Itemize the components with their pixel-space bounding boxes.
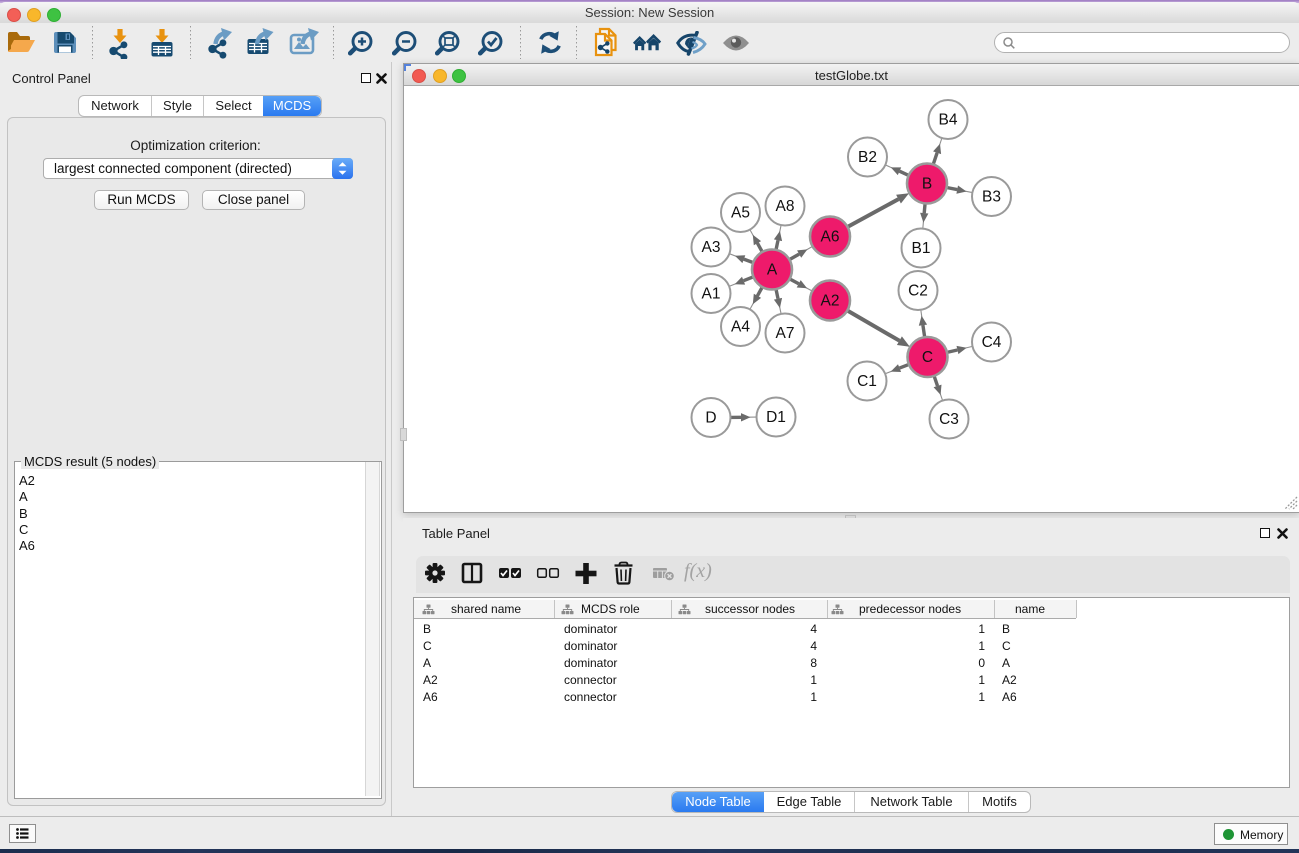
svg-text:D1: D1 bbox=[766, 409, 786, 426]
svg-text:C1: C1 bbox=[857, 373, 877, 390]
svg-text:A2: A2 bbox=[821, 293, 840, 310]
svg-text:A8: A8 bbox=[776, 198, 795, 215]
svg-text:B2: B2 bbox=[858, 149, 877, 166]
svg-text:A3: A3 bbox=[702, 239, 721, 256]
svg-text:B1: B1 bbox=[912, 240, 931, 257]
svg-text:B: B bbox=[922, 176, 932, 193]
svg-text:A1: A1 bbox=[702, 286, 721, 303]
svg-text:D: D bbox=[705, 410, 716, 427]
svg-text:A7: A7 bbox=[776, 325, 795, 342]
svg-text:C4: C4 bbox=[982, 334, 1002, 351]
svg-text:C: C bbox=[922, 349, 933, 366]
svg-text:A5: A5 bbox=[731, 205, 750, 222]
svg-text:A6: A6 bbox=[821, 229, 840, 246]
svg-text:C2: C2 bbox=[908, 283, 928, 300]
svg-text:C3: C3 bbox=[939, 411, 959, 428]
svg-text:B3: B3 bbox=[982, 189, 1001, 206]
svg-text:B4: B4 bbox=[939, 112, 958, 129]
svg-text:A: A bbox=[767, 262, 778, 279]
svg-text:A4: A4 bbox=[731, 319, 750, 336]
